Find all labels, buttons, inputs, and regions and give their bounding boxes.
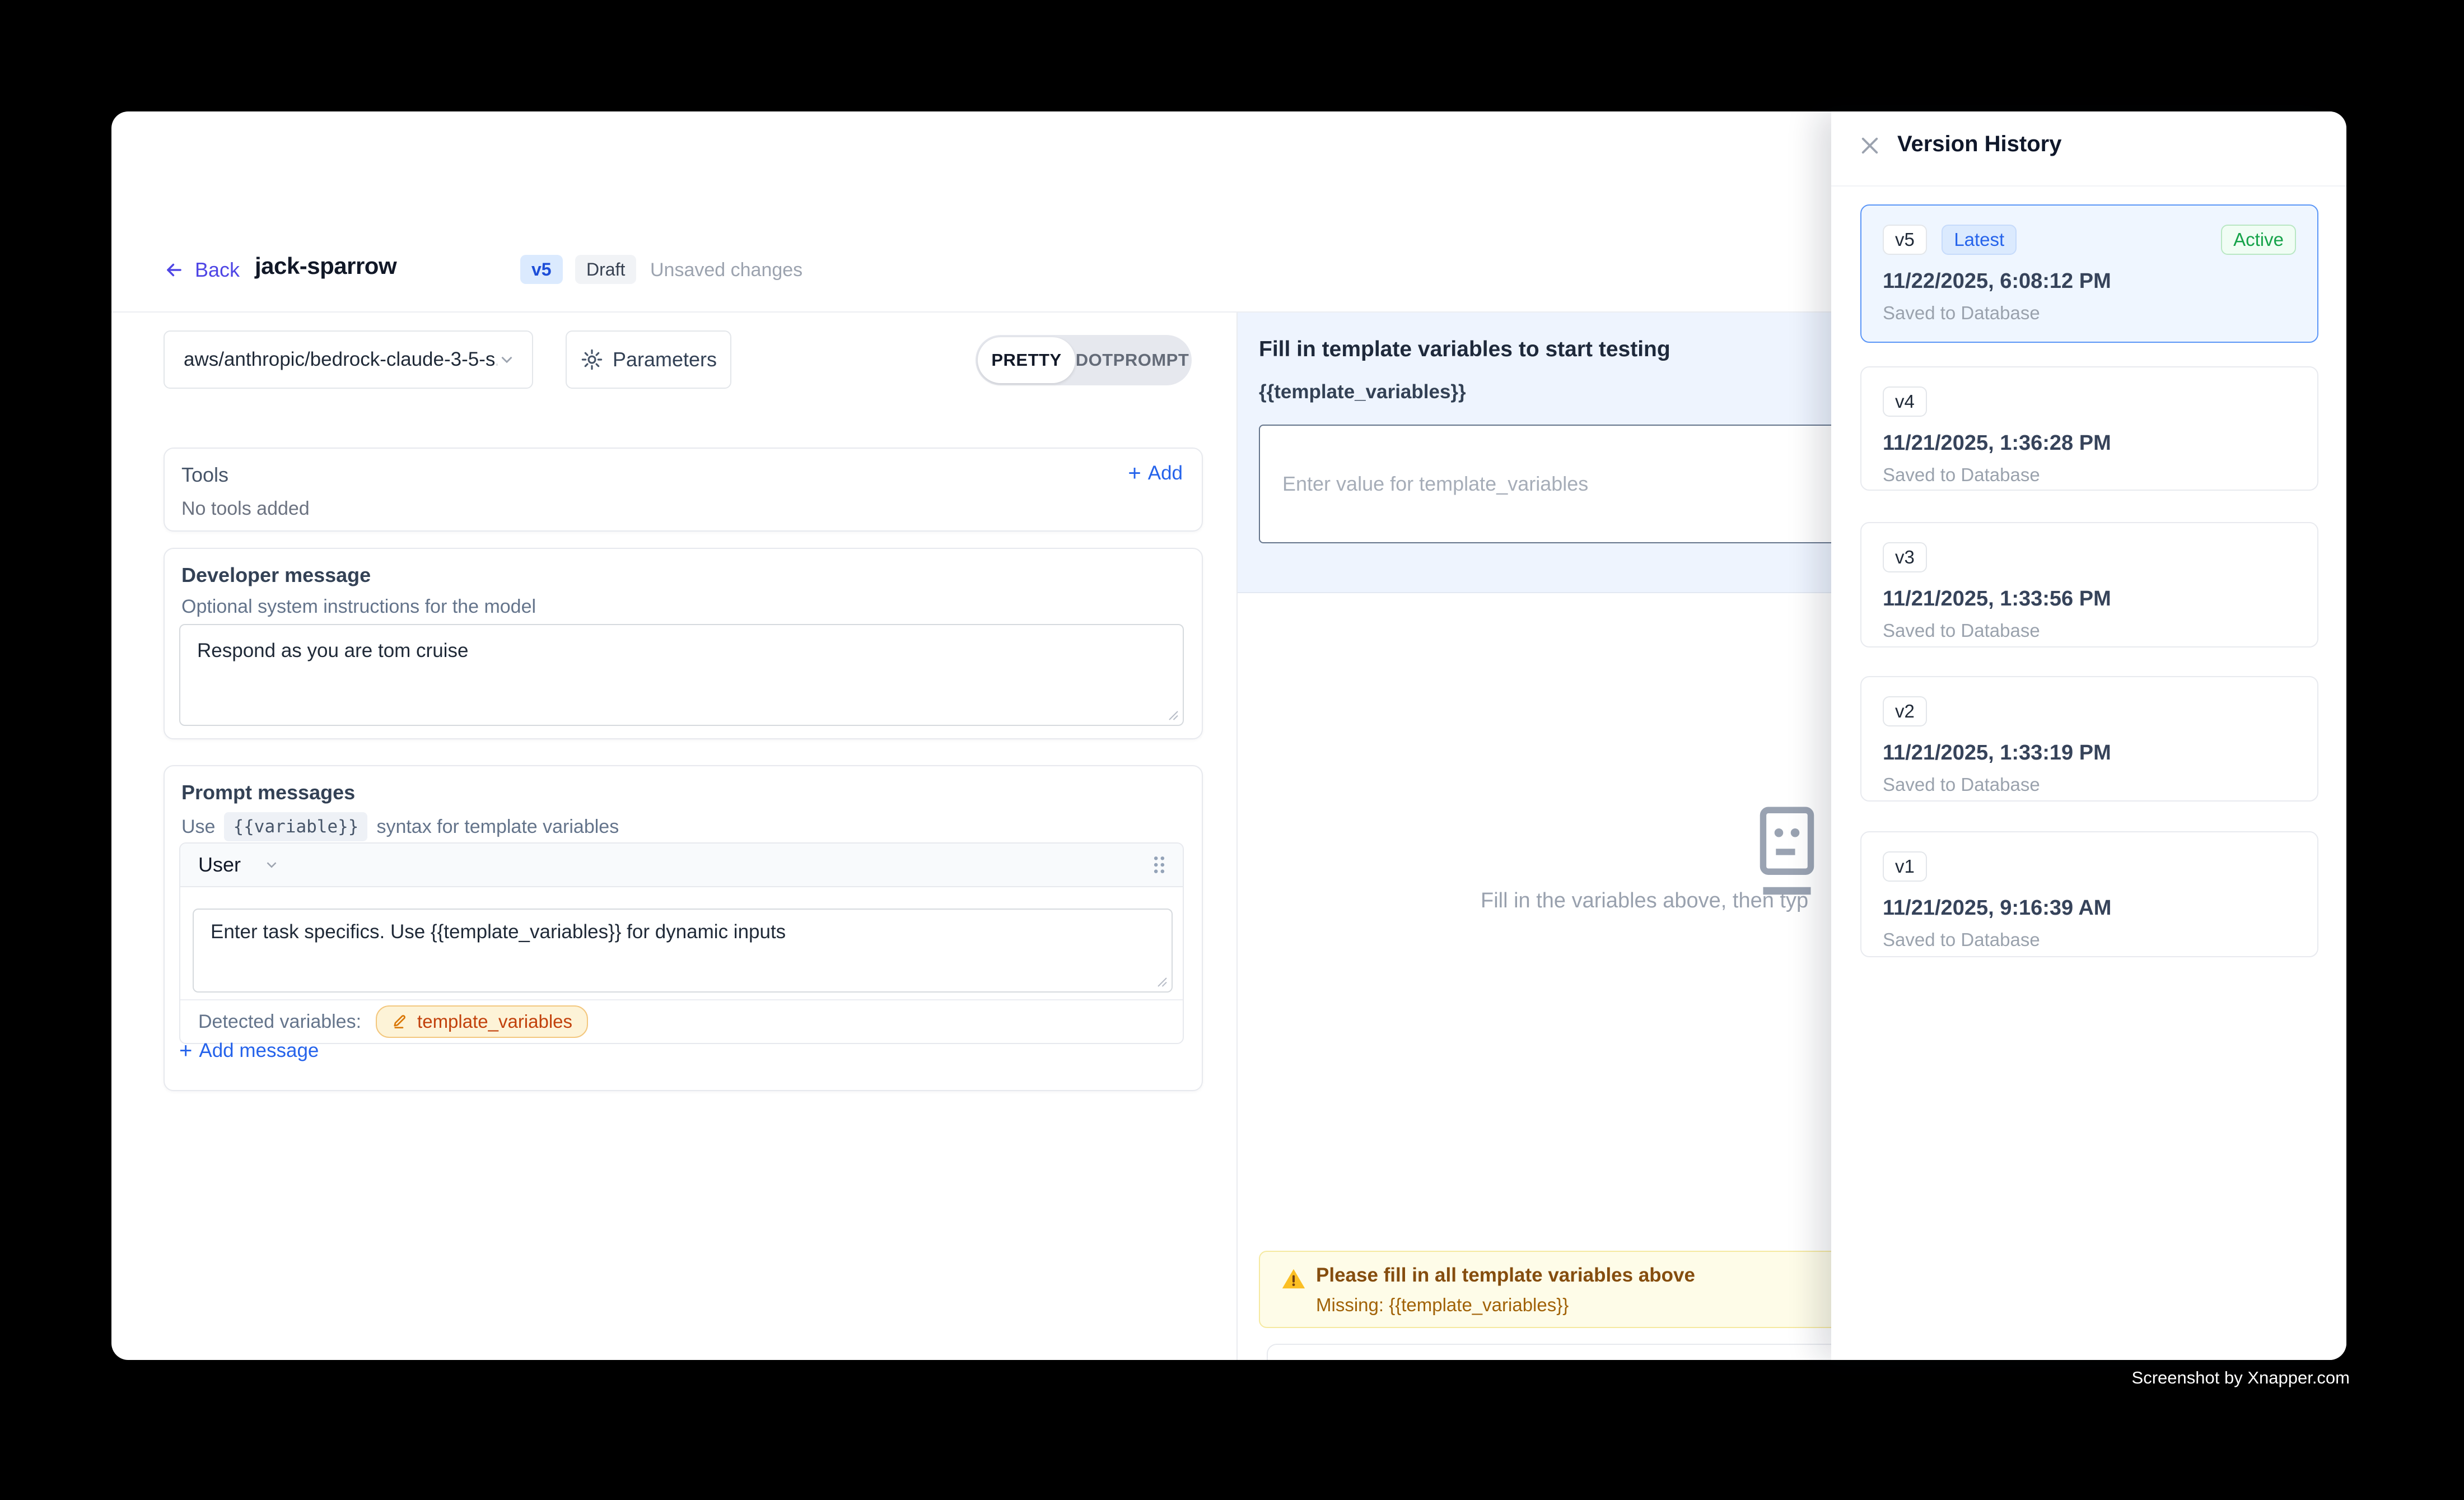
format-toggle: PRETTY DOTPROMPT <box>976 335 1192 385</box>
add-tool-button[interactable]: + Add <box>1128 462 1183 485</box>
toggle-option-pretty[interactable]: PRETTY <box>978 337 1075 383</box>
version-status: Saved to Database <box>1883 302 2296 324</box>
version-pill: v5 <box>1883 225 1927 255</box>
add-message-label: Add message <box>199 1040 319 1062</box>
drag-handle-icon[interactable] <box>1151 854 1167 875</box>
warning-detail: Missing: {{template_variables}} <box>1316 1294 1569 1316</box>
detected-variables-row: Detected variables: template_variables <box>180 999 1183 1043</box>
prompt-messages-card: Prompt messages Use {{variable}} syntax … <box>164 765 1203 1091</box>
tools-title: Tools <box>181 463 228 487</box>
template-variables-title: Fill in template variables to start test… <box>1259 337 1670 362</box>
version-card-v3[interactable]: v3 11/21/2025, 1:33:56 PM Saved to Datab… <box>1860 522 2318 647</box>
version-status: Saved to Database <box>1883 929 2296 951</box>
screenshot-canvas: Back jack-sparrow v5 Draft Unsaved chang… <box>0 0 2464 1500</box>
message-block: User Enter task specifics. Use {{templat… <box>179 842 1184 1044</box>
empty-state-text: Fill in the variables above, then typ <box>1481 889 1808 913</box>
add-tool-label: Add <box>1148 462 1183 485</box>
version-timestamp: 11/21/2025, 9:16:39 AM <box>1883 896 2296 920</box>
version-status: Saved to Database <box>1883 774 2296 795</box>
gear-icon <box>580 348 604 371</box>
version-pill: v4 <box>1883 386 1927 417</box>
version-badge: v5 <box>520 255 563 284</box>
pencil-icon <box>391 1013 409 1031</box>
tools-card: Tools + Add No tools added <box>164 448 1203 532</box>
prompt-messages-subtitle: Use {{variable}} syntax for template var… <box>181 812 619 841</box>
prompt-messages-title: Prompt messages <box>181 781 355 804</box>
version-history-divider <box>1831 185 2346 187</box>
version-pill: v2 <box>1883 696 1927 726</box>
tools-empty-text: No tools added <box>181 498 310 520</box>
developer-message-title: Developer message <box>181 563 371 587</box>
developer-message-card: Developer message Optional system instru… <box>164 548 1203 739</box>
developer-message-subtitle: Optional system instructions for the mod… <box>181 596 536 618</box>
version-card-v4[interactable]: v4 11/21/2025, 1:36:28 PM Saved to Datab… <box>1860 366 2318 491</box>
developer-message-textarea-wrap: Respond as you are tom cruise <box>179 624 1184 726</box>
detected-variables-label: Detected variables: <box>198 1011 361 1033</box>
role-select-value: User <box>198 853 241 877</box>
version-card-v1[interactable]: v1 11/21/2025, 9:16:39 AM Saved to Datab… <box>1860 831 2318 957</box>
active-badge: Active <box>2221 225 2296 255</box>
version-status: Saved to Database <box>1883 620 2296 641</box>
watermark: Screenshot by Xnapper.com <box>2132 1368 2350 1388</box>
parameters-label: Parameters <box>613 348 717 371</box>
version-timestamp: 11/22/2025, 6:08:12 PM <box>1883 269 2296 294</box>
resize-grip-icon[interactable] <box>1164 706 1180 723</box>
model-select-value: aws/anthropic/bedrock-claude-3-5-s... <box>184 348 497 371</box>
version-timestamp: 11/21/2025, 1:36:28 PM <box>1883 431 2296 455</box>
variable-syntax-chip: {{variable}} <box>224 812 367 841</box>
warning-icon <box>1281 1266 1306 1291</box>
warning-title: Please fill in all template variables ab… <box>1316 1264 1695 1287</box>
page-title: jack-sparrow <box>255 253 396 279</box>
back-arrow-icon <box>164 259 185 281</box>
subtitle-suffix: syntax for template variables <box>376 816 619 838</box>
draft-badge: Draft <box>575 255 636 284</box>
message-header: User <box>180 844 1183 887</box>
unsaved-changes-label: Unsaved changes <box>650 259 802 281</box>
detected-variable-name: template_variables <box>417 1011 572 1032</box>
model-select[interactable]: aws/anthropic/bedrock-claude-3-5-s... <box>164 330 533 389</box>
parameters-button[interactable]: Parameters <box>566 330 731 389</box>
version-history-title: Version History <box>1897 132 2061 157</box>
resize-grip-icon[interactable] <box>1152 972 1169 989</box>
version-status: Saved to Database <box>1883 464 2296 486</box>
version-timestamp: 11/21/2025, 1:33:19 PM <box>1883 741 2296 765</box>
back-label: Back <box>195 258 240 282</box>
plus-icon: + <box>179 1040 192 1062</box>
version-card-v2[interactable]: v2 11/21/2025, 1:33:19 PM Saved to Datab… <box>1860 676 2318 802</box>
plus-icon: + <box>1128 462 1141 485</box>
version-pill: v3 <box>1883 542 1927 572</box>
version-card-v5[interactable]: v5 Latest Active 11/22/2025, 6:08:12 PM … <box>1860 204 2318 343</box>
chevron-down-icon <box>263 856 280 873</box>
message-textarea[interactable]: Enter task specifics. Use {{template_var… <box>194 910 1172 991</box>
detected-variable-chip[interactable]: template_variables <box>376 1005 588 1038</box>
message-textarea-wrap: Enter task specifics. Use {{template_var… <box>193 909 1173 993</box>
back-button[interactable]: Back <box>164 258 240 282</box>
version-history-panel: Version History v5 Latest Active 11/22/2… <box>1831 111 2346 1360</box>
subtitle-prefix: Use <box>181 816 215 838</box>
developer-message-textarea[interactable]: Respond as you are tom cruise <box>180 625 1183 725</box>
latest-badge: Latest <box>1942 225 2017 255</box>
robot-icon <box>1758 806 1816 899</box>
version-timestamp: 11/21/2025, 1:33:56 PM <box>1883 587 2296 611</box>
close-icon[interactable] <box>1858 134 1882 157</box>
toggle-option-dotprompt[interactable]: DOTPROMPT <box>1075 350 1189 370</box>
role-select[interactable]: User <box>198 853 280 877</box>
add-message-button[interactable]: + Add message <box>179 1040 319 1062</box>
version-pill: v1 <box>1883 851 1927 882</box>
template-variable-label: {{template_variables}} <box>1259 381 1466 403</box>
chevron-down-icon <box>497 350 516 369</box>
